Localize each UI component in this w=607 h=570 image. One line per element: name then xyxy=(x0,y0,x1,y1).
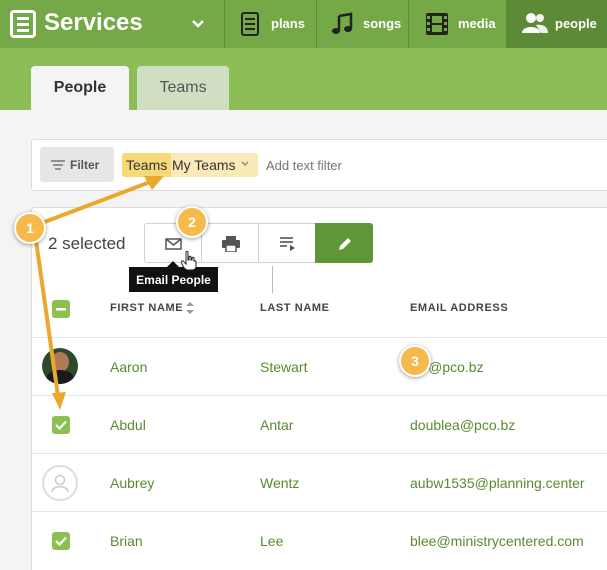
tab-people[interactable]: People xyxy=(31,66,129,110)
row-divider xyxy=(31,511,607,512)
filter-icon xyxy=(51,160,65,170)
first-name-cell[interactable]: Aaron xyxy=(110,359,147,375)
step-marker-1: 1 xyxy=(14,212,46,244)
last-name-cell[interactable]: Antar xyxy=(260,417,293,433)
top-navbar: Services plans songs media people xyxy=(0,0,607,48)
nav-tab-plans[interactable]: plans xyxy=(225,0,316,48)
row-divider xyxy=(31,395,607,396)
nav-tab-label: media xyxy=(458,16,496,31)
last-name-cell[interactable]: Wentz xyxy=(260,475,299,491)
music-note-icon xyxy=(332,12,353,34)
film-icon xyxy=(426,13,448,35)
step-marker-3: 3 xyxy=(399,345,431,377)
filter-button-label: Filter xyxy=(70,158,100,172)
user-silhouette-icon xyxy=(51,474,69,493)
sort-list-icon xyxy=(280,237,295,251)
row-checkbox[interactable] xyxy=(52,416,70,434)
chevron-down-icon xyxy=(241,161,249,167)
print-button[interactable] xyxy=(201,223,259,263)
chip-key: Teams xyxy=(122,153,172,177)
first-name-cell[interactable]: Brian xyxy=(110,533,143,549)
checkmark-icon xyxy=(55,420,67,430)
row-checkbox[interactable] xyxy=(52,532,70,550)
column-header-last-name[interactable]: LAST NAME xyxy=(260,302,330,314)
text-filter-input[interactable] xyxy=(266,158,466,173)
nav-tab-people[interactable]: people xyxy=(506,0,607,48)
select-all-checkbox[interactable] xyxy=(52,300,70,318)
nav-tab-label: songs xyxy=(363,16,402,31)
avatar xyxy=(42,348,78,384)
people-icon xyxy=(522,13,548,33)
printer-icon xyxy=(222,236,240,252)
divider xyxy=(272,266,273,293)
tab-teams[interactable]: Teams xyxy=(137,66,229,110)
last-name-cell[interactable]: Lee xyxy=(260,533,283,549)
chevron-down-icon xyxy=(192,20,204,28)
row-divider xyxy=(31,453,607,454)
avatar-placeholder xyxy=(42,465,78,501)
nav-tab-label: people xyxy=(555,16,597,31)
app-title: Services xyxy=(44,9,143,36)
first-name-cell[interactable]: Abdul xyxy=(110,417,146,433)
checkmark-icon xyxy=(55,536,67,546)
mail-icon xyxy=(165,238,182,250)
team-filter-chip[interactable]: Teams My Teams xyxy=(122,153,258,177)
column-header-first-name[interactable]: FIRST NAME xyxy=(110,302,183,314)
edit-button[interactable] xyxy=(315,223,373,263)
last-name-cell[interactable]: Stewart xyxy=(260,359,307,375)
nav-tab-songs[interactable]: songs xyxy=(317,0,408,48)
column-header-email[interactable]: EMAIL ADDRESS xyxy=(410,302,508,314)
first-name-cell[interactable]: Aubrey xyxy=(110,475,154,491)
nav-tab-label: plans xyxy=(271,16,305,31)
pencil-icon xyxy=(339,238,351,250)
email-people-tooltip: Email People xyxy=(129,261,218,292)
hand-cursor-icon xyxy=(181,251,197,271)
sort-button[interactable] xyxy=(258,223,316,263)
step-marker-2: 2 xyxy=(176,206,208,238)
services-logo-icon xyxy=(10,10,36,38)
nav-tab-media[interactable]: media xyxy=(409,0,506,48)
row-divider xyxy=(31,337,607,338)
selected-count: 2 selected xyxy=(48,234,126,253)
plans-icon xyxy=(241,12,259,36)
filter-button[interactable]: Filter xyxy=(40,147,114,182)
email-cell[interactable]: aubw1535@planning.center xyxy=(410,475,585,491)
chip-value: My Teams xyxy=(172,157,236,173)
email-cell[interactable]: blee@ministrycentered.com xyxy=(410,533,584,549)
email-cell[interactable]: doublea@pco.bz xyxy=(410,417,515,433)
sort-icon[interactable] xyxy=(186,302,194,314)
app-switcher[interactable]: Services xyxy=(0,0,224,48)
minus-icon xyxy=(56,308,66,311)
